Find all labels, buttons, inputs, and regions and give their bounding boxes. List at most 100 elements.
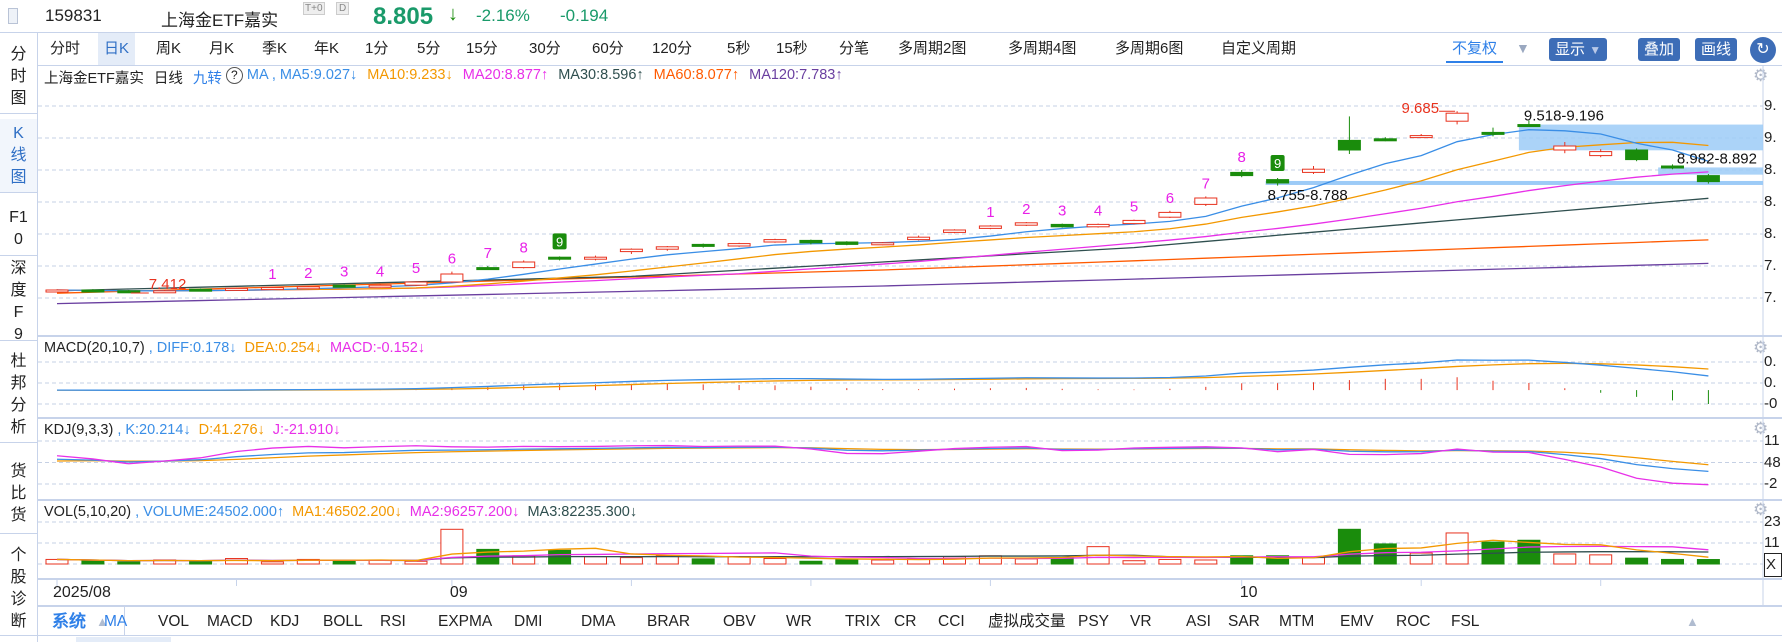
indicator-tab-cci[interactable]: CCI: [938, 607, 965, 636]
macd-axis-label: 0.: [1764, 353, 1777, 370]
indicator-tab-dma[interactable]: DMA: [581, 607, 615, 636]
candle: [1409, 134, 1433, 139]
volume-bar: [835, 558, 859, 565]
price-axis-label: 7.: [1764, 289, 1777, 306]
volume-bar: [1302, 557, 1325, 565]
indicator-tab-cr[interactable]: CR: [894, 607, 916, 636]
volume-bar: [81, 560, 105, 565]
jiuzhuan-number: 5: [412, 260, 420, 277]
indicator-tab-vr[interactable]: VR: [1130, 607, 1152, 636]
candle: [512, 260, 536, 269]
candle: [763, 238, 787, 243]
price-axis-label: 9.: [1764, 129, 1777, 146]
system-tab[interactable]: 系统: [52, 607, 86, 636]
jiuzhuan-number: 6: [448, 251, 456, 268]
indicator-tab-boll[interactable]: BOLL: [323, 607, 363, 636]
candle: [404, 281, 428, 286]
volume-bar: [225, 558, 248, 565]
indicator-tab-kdj[interactable]: KDJ: [270, 607, 299, 636]
jiuzhuan-number: 7: [484, 245, 492, 262]
indicator-tab-wr[interactable]: WR: [786, 607, 812, 636]
indicator-tab-psy[interactable]: PSY: [1078, 607, 1109, 636]
volume-bar: [1014, 558, 1038, 565]
jiuzhuan-number: 6: [1166, 190, 1174, 207]
indicator-tab-emv[interactable]: EMV: [1340, 607, 1374, 636]
vol-axis-label: 23: [1764, 513, 1781, 530]
indicator-tab-fsl[interactable]: FSL: [1451, 607, 1479, 636]
jiuzhuan-number: 2: [304, 265, 312, 282]
candle: [943, 229, 966, 234]
indicator-tab-obv[interactable]: OBV: [723, 607, 756, 636]
indicator-tab-sar[interactable]: SAR: [1228, 607, 1260, 636]
jiuzhuan-number: 7: [1202, 175, 1210, 192]
indicator-tab-dmi[interactable]: DMI: [514, 607, 542, 636]
indicator-tab-ma[interactable]: MA: [104, 607, 127, 636]
candle: [1337, 116, 1361, 154]
kdj-axis-label: 11: [1764, 432, 1780, 449]
candle: [45, 289, 69, 293]
date-label: 2025/08: [53, 584, 111, 601]
volume-bar: [1158, 558, 1182, 565]
candle: [727, 242, 751, 247]
candle: [296, 286, 320, 290]
candle: [907, 235, 931, 241]
candle: [1194, 196, 1218, 206]
high-price-label: 9.685: [1402, 100, 1440, 117]
candle: [1230, 170, 1254, 178]
volume-bar: [584, 556, 607, 565]
candle: [189, 288, 213, 292]
indicator-tab-roc[interactable]: ROC: [1396, 607, 1430, 636]
indicator-tab-expma[interactable]: EXPMA: [438, 607, 492, 636]
volume-bar: [404, 560, 428, 565]
volume-bar: [1373, 543, 1397, 565]
volume-bar: [117, 561, 141, 565]
volume-bar: [260, 561, 284, 565]
indicator-tab-虚拟成交量[interactable]: 虚拟成交量: [988, 607, 1066, 636]
jiuzhuan-number: 8: [520, 239, 528, 256]
pressure-zone-label: 9.518-9.196: [1524, 108, 1604, 125]
jiuzhuan-number: 9: [556, 234, 563, 249]
candle: [1589, 149, 1613, 158]
candle: [1050, 223, 1074, 228]
candle: [978, 225, 1002, 230]
candle: [835, 241, 859, 246]
volume-bar: [1337, 528, 1361, 565]
indicator-tab-mtm[interactable]: MTM: [1279, 607, 1314, 636]
candle: [1445, 111, 1469, 125]
indicator-tab-trix[interactable]: TRIX: [845, 607, 880, 636]
volume-bar: [1661, 558, 1684, 565]
indicator-tab-rsi[interactable]: RSI: [380, 607, 406, 636]
volume-bar: [763, 558, 787, 565]
jiuzhuan-number: 3: [1058, 203, 1066, 220]
jiuzhuan-number: 4: [1094, 203, 1102, 220]
price-axis-label: 7.: [1764, 257, 1777, 274]
volume-bar: [1122, 560, 1146, 565]
candle: [619, 248, 643, 254]
indicator-tab-brar[interactable]: BRAR: [647, 607, 690, 636]
candle: [691, 243, 715, 248]
tabs-expand-icon[interactable]: ▲: [1686, 607, 1699, 636]
volume-bar: [1589, 554, 1613, 565]
price-axis-label: 8.: [1764, 225, 1777, 242]
diff-line: [56, 359, 1709, 391]
candle: [871, 242, 895, 246]
low-price-label: 7.412: [149, 276, 187, 293]
jiuzhuan-number: 5: [1130, 199, 1138, 216]
macd-axis-label: 0.: [1764, 374, 1777, 391]
candle: [1014, 222, 1038, 226]
date-label: 10: [1239, 584, 1258, 601]
jiuzhuan-number: 2: [1022, 201, 1030, 218]
bottom-scroll-strip[interactable]: [76, 637, 171, 642]
candle: [332, 284, 356, 288]
indicator-tab-vol[interactable]: VOL: [158, 607, 189, 636]
candle: [1086, 223, 1110, 228]
vol-axis-label: 11: [1764, 534, 1780, 551]
indicator-tab-asi[interactable]: ASI: [1186, 607, 1211, 636]
price-axis-label: 9.: [1764, 97, 1777, 114]
volume-bar: [1696, 559, 1720, 565]
indicator-tab-macd[interactable]: MACD: [207, 607, 253, 636]
candle: [225, 287, 248, 291]
volume-bar: [1553, 553, 1577, 565]
candle: [1625, 148, 1649, 162]
kline-chart[interactable]: 1 2 3 4 56 7 8 91 2 3 4 5678 97.4129.685 9.518-9.1968…: [0, 0, 1782, 642]
